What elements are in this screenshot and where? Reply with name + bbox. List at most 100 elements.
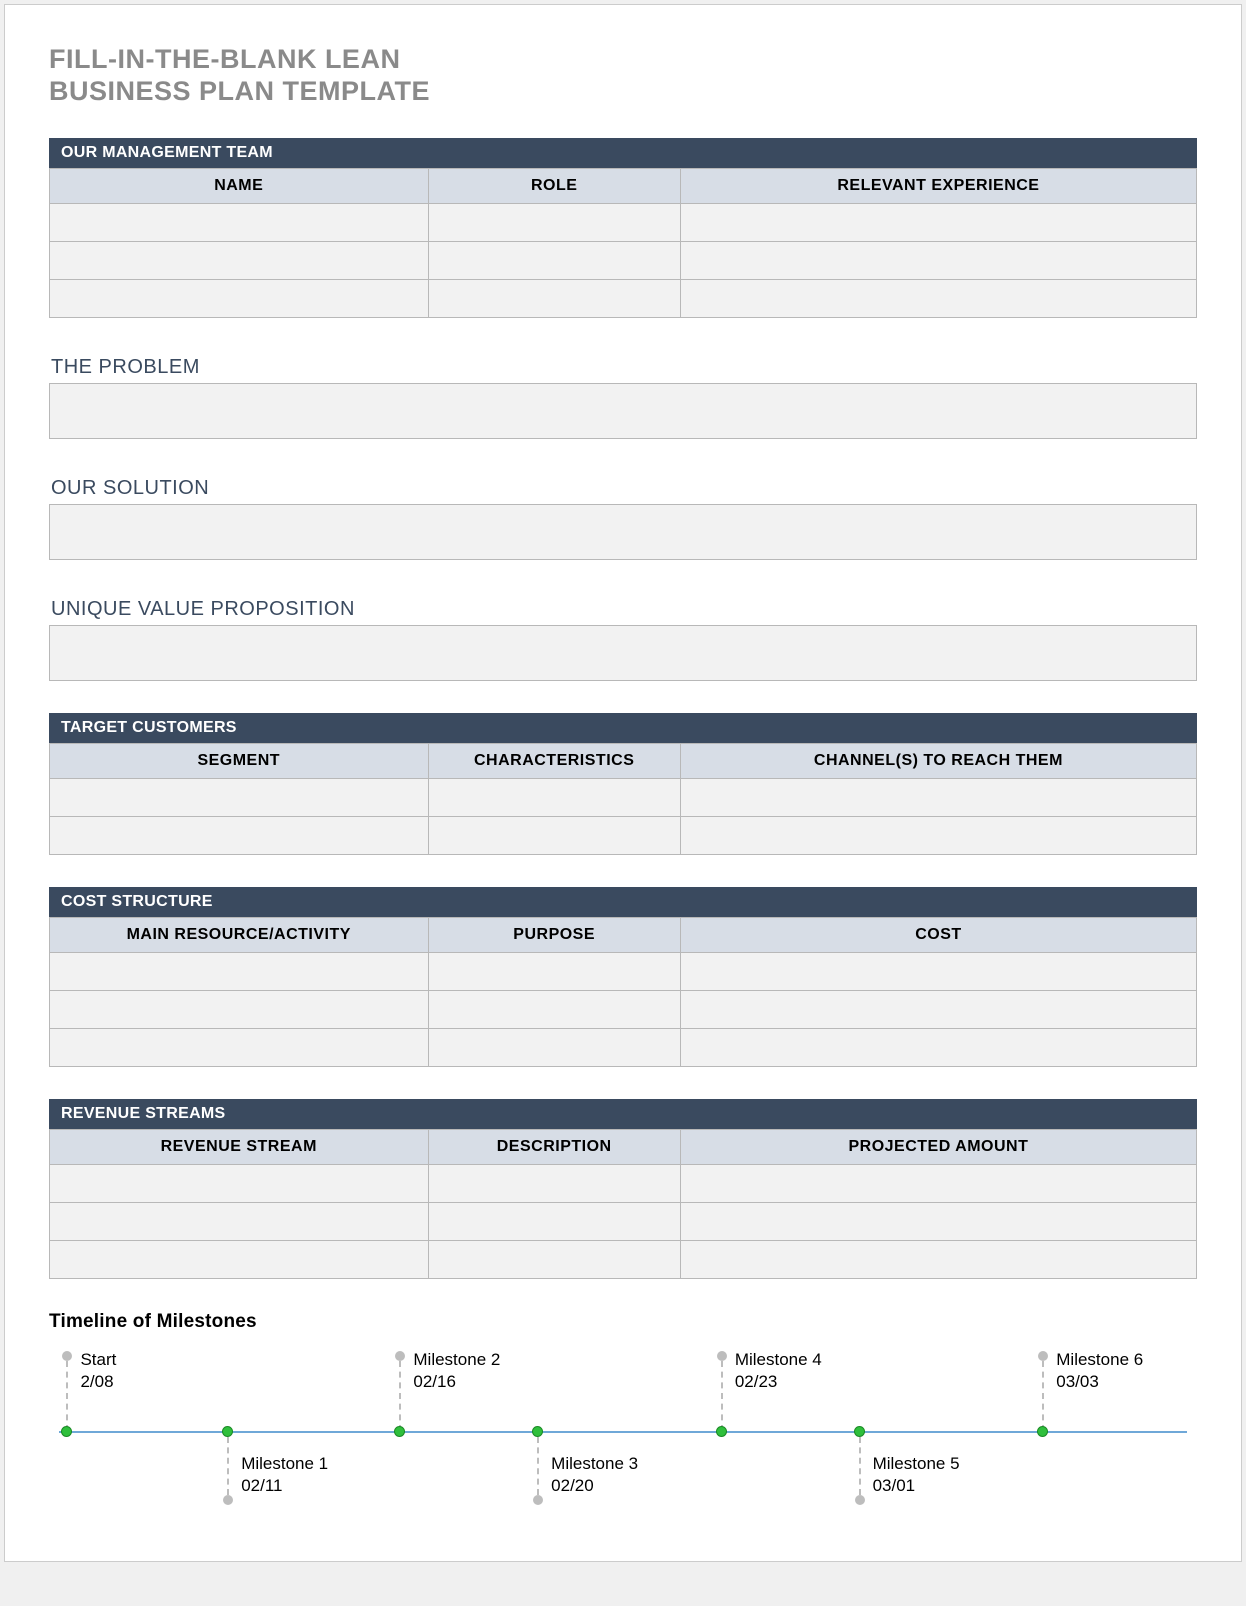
revenue-col-stream: REVENUE STREAM <box>50 1129 429 1164</box>
milestone-stem <box>1042 1361 1044 1431</box>
milestone-label: Milestone 302/20 <box>551 1453 638 1497</box>
table-row <box>50 203 1197 241</box>
cell[interactable] <box>428 816 680 854</box>
table-row <box>50 990 1197 1028</box>
cell[interactable] <box>50 279 429 317</box>
cell[interactable] <box>428 241 680 279</box>
mgmt-section-header: OUR MANAGEMENT TEAM <box>49 138 1197 168</box>
table-row <box>50 1164 1197 1202</box>
cell[interactable] <box>50 952 429 990</box>
cell[interactable] <box>50 1028 429 1066</box>
revenue-section-header: REVENUE STREAMS <box>49 1099 1197 1129</box>
cell[interactable] <box>50 778 429 816</box>
milestone-axis-dot-icon <box>716 1426 727 1437</box>
mgmt-col-name: NAME <box>50 168 429 203</box>
mgmt-col-exp: RELEVANT EXPERIENCE <box>680 168 1196 203</box>
milestone-axis-dot-icon <box>394 1426 405 1437</box>
milestone-name: Milestone 4 <box>735 1349 822 1371</box>
milestone-name: Milestone 5 <box>873 1453 960 1475</box>
cell[interactable] <box>680 778 1196 816</box>
cell[interactable] <box>680 952 1196 990</box>
uvp-input[interactable] <box>49 625 1197 681</box>
milestone-end-dot-icon <box>62 1351 72 1361</box>
cell[interactable] <box>50 816 429 854</box>
mgmt-table: NAME ROLE RELEVANT EXPERIENCE <box>49 168 1197 318</box>
table-row <box>50 241 1197 279</box>
cell[interactable] <box>428 1202 680 1240</box>
cell[interactable] <box>680 1240 1196 1278</box>
milestone-label: Start2/08 <box>80 1349 116 1393</box>
solution-label: OUR SOLUTION <box>49 471 1197 504</box>
table-row <box>50 1028 1197 1066</box>
cell[interactable] <box>428 1240 680 1278</box>
cell[interactable] <box>428 778 680 816</box>
cell[interactable] <box>428 1164 680 1202</box>
milestone-date: 03/01 <box>873 1475 960 1497</box>
milestone-name: Milestone 6 <box>1056 1349 1143 1371</box>
milestone-stem <box>859 1437 861 1495</box>
milestone-name: Milestone 2 <box>413 1349 500 1371</box>
target-col-char: CHARACTERISTICS <box>428 743 680 778</box>
cell[interactable] <box>680 816 1196 854</box>
milestone-end-dot-icon <box>533 1495 543 1505</box>
cell[interactable] <box>428 203 680 241</box>
target-col-segment: SEGMENT <box>50 743 429 778</box>
timeline: Start2/08 Milestone 102/11 Milestone 202/1… <box>49 1351 1197 1511</box>
cell[interactable] <box>50 1164 429 1202</box>
cell[interactable] <box>680 279 1196 317</box>
cost-section-header: COST STRUCTURE <box>49 887 1197 917</box>
milestone-axis-dot-icon <box>532 1426 543 1437</box>
milestone-label: Milestone 202/16 <box>413 1349 500 1393</box>
cell[interactable] <box>680 1028 1196 1066</box>
cell[interactable] <box>680 241 1196 279</box>
problem-label: THE PROBLEM <box>49 350 1197 383</box>
cell[interactable] <box>428 1028 680 1066</box>
target-col-channel: CHANNEL(S) TO REACH THEM <box>680 743 1196 778</box>
cost-col-purpose: PURPOSE <box>428 917 680 952</box>
revenue-col-desc: DESCRIPTION <box>428 1129 680 1164</box>
milestone-stem <box>399 1361 401 1431</box>
milestone-end-dot-icon <box>223 1495 233 1505</box>
cell[interactable] <box>680 990 1196 1028</box>
cell[interactable] <box>428 990 680 1028</box>
cell[interactable] <box>680 203 1196 241</box>
table-row <box>50 816 1197 854</box>
mgmt-col-role: ROLE <box>428 168 680 203</box>
cell[interactable] <box>680 1202 1196 1240</box>
milestone-label: Milestone 603/03 <box>1056 1349 1143 1393</box>
milestone-date: 02/23 <box>735 1371 822 1393</box>
cost-col-resource: MAIN RESOURCE/ACTIVITY <box>50 917 429 952</box>
solution-input[interactable] <box>49 504 1197 560</box>
target-section-header: TARGET CUSTOMERS <box>49 713 1197 743</box>
milestone-name: Milestone 3 <box>551 1453 638 1475</box>
cell[interactable] <box>428 952 680 990</box>
cell[interactable] <box>680 1164 1196 1202</box>
cell[interactable] <box>50 990 429 1028</box>
problem-input[interactable] <box>49 383 1197 439</box>
table-row <box>50 778 1197 816</box>
page-title: FILL-IN-THE-BLANK LEAN BUSINESS PLAN TEM… <box>49 43 1197 108</box>
milestone-date: 02/20 <box>551 1475 638 1497</box>
milestone-label: Milestone 503/01 <box>873 1453 960 1497</box>
cell[interactable] <box>50 1202 429 1240</box>
milestone-label: Milestone 102/11 <box>241 1453 328 1497</box>
cell[interactable] <box>50 1240 429 1278</box>
milestone-stem <box>227 1437 229 1495</box>
table-row <box>50 279 1197 317</box>
revenue-col-amount: PROJECTED AMOUNT <box>680 1129 1196 1164</box>
milestone-stem <box>537 1437 539 1495</box>
milestone-axis-dot-icon <box>61 1426 72 1437</box>
timeline-title: Timeline of Milestones <box>49 1311 1197 1333</box>
cell[interactable] <box>50 203 429 241</box>
milestone-end-dot-icon <box>395 1351 405 1361</box>
milestone-date: 02/16 <box>413 1371 500 1393</box>
cell[interactable] <box>428 279 680 317</box>
cost-table: MAIN RESOURCE/ACTIVITY PURPOSE COST <box>49 917 1197 1067</box>
milestone-date: 03/03 <box>1056 1371 1143 1393</box>
cell[interactable] <box>50 241 429 279</box>
milestone-name: Milestone 1 <box>241 1453 328 1475</box>
milestone-label: Milestone 402/23 <box>735 1349 822 1393</box>
milestone-stem <box>66 1361 68 1431</box>
target-table: SEGMENT CHARACTERISTICS CHANNEL(S) TO RE… <box>49 743 1197 855</box>
milestone-stem <box>721 1361 723 1431</box>
